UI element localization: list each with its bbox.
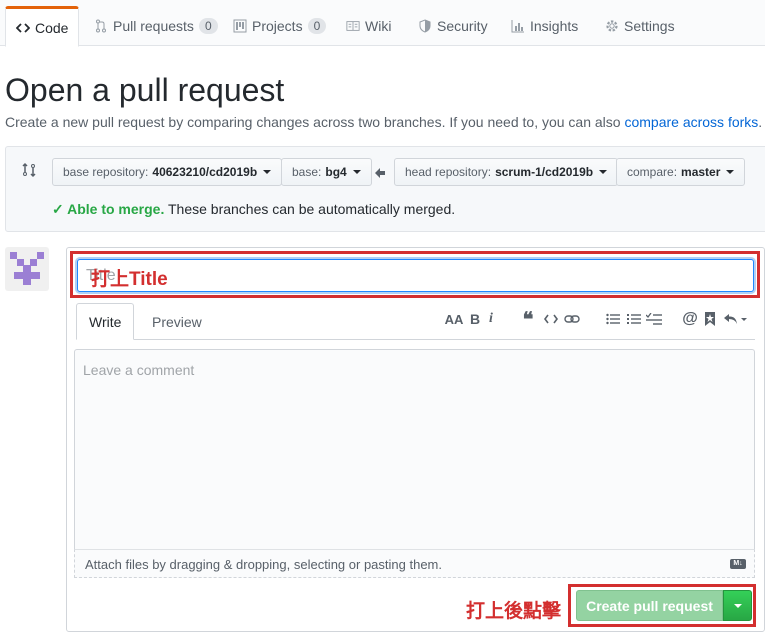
title-annotation-box <box>70 251 760 298</box>
saved-reply-icon[interactable] <box>703 309 717 329</box>
reply-dropdown-icon[interactable] <box>722 309 750 329</box>
base-branch-select[interactable]: base: bg4 <box>281 158 372 186</box>
head-repository-select[interactable]: head repository: scrum-1/cd2019b <box>394 158 619 186</box>
caret-down-icon <box>263 170 272 174</box>
compare-prefix: compare: <box>627 165 678 179</box>
compare-branch-value: master <box>681 165 721 179</box>
attach-files-bar[interactable]: Attach files by dragging & dropping, sel… <box>74 549 755 578</box>
tab-preview[interactable]: Preview <box>140 303 214 340</box>
tab-label: Pull requests <box>113 18 194 34</box>
projects-counter: 0 <box>307 18 327 34</box>
caret-down-icon <box>599 170 608 174</box>
caret-down-icon <box>352 170 361 174</box>
caret-down-icon <box>726 170 735 174</box>
repo-tab-bar: Code Pull requests 0 Projects 0 Wiki Sec… <box>0 0 765 47</box>
title-annotation-note: 打上Title <box>91 269 168 290</box>
graph-icon <box>511 19 525 33</box>
quote-icon[interactable]: ❝ <box>520 309 536 331</box>
submit-options-dropdown[interactable] <box>723 590 752 621</box>
merge-status: ✓ Able to merge. These branches can be a… <box>52 201 455 218</box>
tab-projects[interactable]: Projects 0 <box>223 6 336 46</box>
attach-files-text: Attach files by dragging & dropping, sel… <box>85 557 442 572</box>
bold-icon[interactable]: B <box>468 309 482 329</box>
caret-down-icon <box>733 603 742 608</box>
book-icon <box>346 19 360 33</box>
base-prefix: base: <box>292 165 322 179</box>
italic-icon[interactable]: i <box>485 309 497 329</box>
tab-settings[interactable]: Settings <box>595 6 685 46</box>
ordered-list-icon[interactable] <box>625 309 643 329</box>
branch-compare-box: base repository: 40623210/cd2019b base: … <box>5 146 765 232</box>
subtitle-end: . <box>758 114 763 130</box>
base-branch-value: bg4 <box>325 165 347 179</box>
base-repo-prefix: base repository: <box>63 165 149 179</box>
tab-write[interactable]: Write <box>76 303 134 340</box>
gear-icon <box>605 19 619 33</box>
arrow-left-icon <box>374 166 386 182</box>
compare-icon <box>21 162 37 181</box>
compare-forks-link[interactable]: compare across forks <box>624 114 758 130</box>
merge-message: These branches can be automatically merg… <box>164 201 456 217</box>
project-icon <box>233 19 247 33</box>
avatar[interactable] <box>5 247 49 291</box>
unordered-list-icon[interactable] <box>604 309 622 329</box>
subtitle-text: Create a new pull request by comparing c… <box>5 114 625 130</box>
compare-branch-select[interactable]: compare: master <box>616 158 746 186</box>
tab-code[interactable]: Code <box>5 6 80 47</box>
code-icon <box>16 21 30 35</box>
pull-request-icon <box>94 19 108 33</box>
shield-icon <box>418 19 432 33</box>
tab-label: Code <box>35 19 69 36</box>
tab-insights[interactable]: Insights <box>501 6 588 46</box>
submit-annotation-note: 打上後點擊 <box>466 601 562 622</box>
tab-wiki[interactable]: Wiki <box>336 6 401 46</box>
tab-pull-requests[interactable]: Pull requests 0 <box>84 6 228 46</box>
tab-label: Security <box>437 18 488 34</box>
head-repo-value: scrum-1/cd2019b <box>495 165 594 179</box>
comment-textarea[interactable] <box>74 349 755 549</box>
tab-label: Settings <box>624 18 675 34</box>
tab-label: Insights <box>530 18 579 34</box>
code-snippet-icon[interactable] <box>542 309 560 329</box>
merge-ok-label: ✓ Able to merge. <box>52 201 165 217</box>
page-subtitle: Create a new pull request by comparing c… <box>5 114 762 130</box>
tab-security[interactable]: Security <box>408 6 498 46</box>
mention-icon[interactable]: @ <box>682 309 698 329</box>
tab-label: Projects <box>252 18 303 34</box>
heading-icon[interactable]: AA <box>445 309 464 329</box>
base-repo-value: 40623210/cd2019b <box>152 165 258 179</box>
markdown-icon: M↓ <box>730 559 746 569</box>
create-pull-request-button[interactable]: Create pull request <box>576 590 723 621</box>
tab-divider <box>134 339 755 340</box>
page-title: Open a pull request <box>5 72 285 108</box>
tab-label: Wiki <box>365 18 392 34</box>
pull-request-counter: 0 <box>198 18 218 34</box>
head-repo-prefix: head repository: <box>405 165 492 179</box>
base-repository-select[interactable]: base repository: 40623210/cd2019b <box>52 158 283 186</box>
task-list-icon[interactable] <box>645 309 663 329</box>
link-icon[interactable] <box>563 309 581 329</box>
